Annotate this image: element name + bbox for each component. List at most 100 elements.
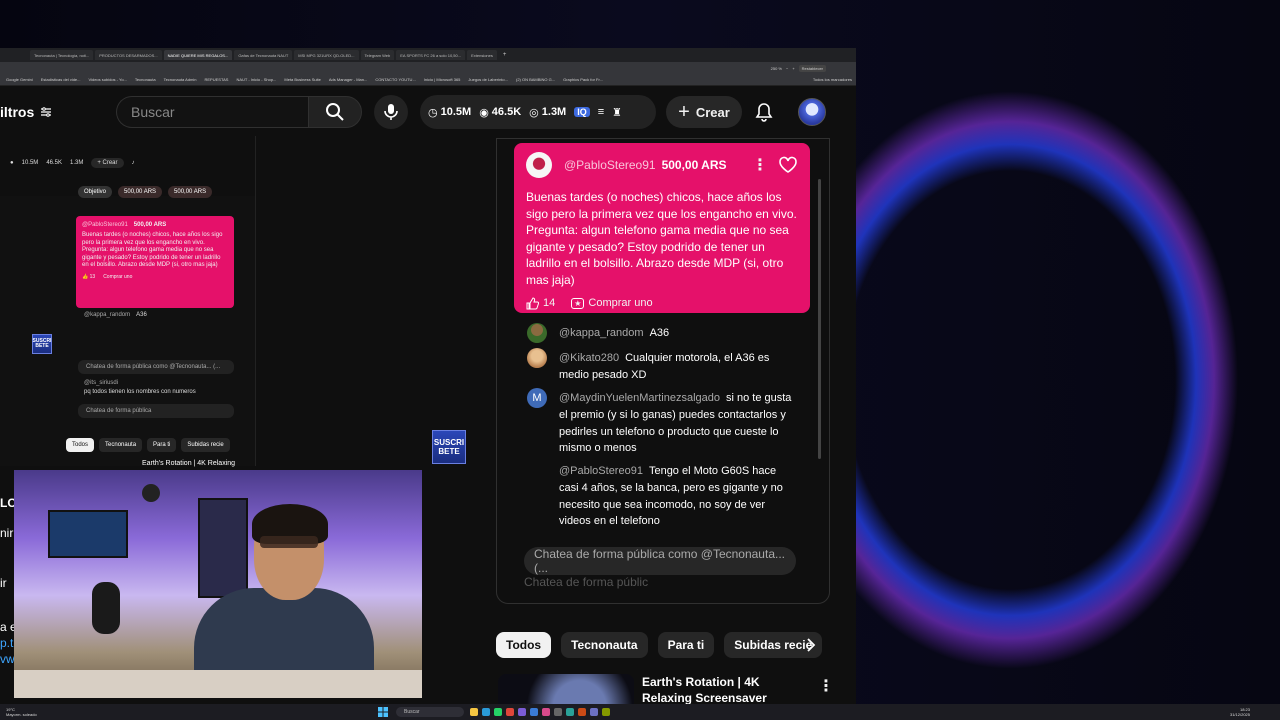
- author-avatar[interactable]: [527, 323, 547, 343]
- filter-icon: [41, 107, 52, 117]
- taskbar-search[interactable]: Buscar: [396, 707, 464, 717]
- app-icon[interactable]: [578, 708, 586, 716]
- windows-taskbar: 19°C Mayorm. soleado Buscar 18:23 31/12/…: [0, 704, 1280, 720]
- video-title[interactable]: Earth's Rotation | 4K Relaxing Screensav…: [642, 674, 812, 704]
- app-icon[interactable]: [554, 708, 562, 716]
- browser-tab[interactable]: EA SPORTS FC 26 a solo 10,50...: [396, 50, 466, 60]
- chat-message[interactable]: @kappa_random A36: [527, 323, 797, 343]
- whatsapp-icon[interactable]: [494, 708, 502, 716]
- search-button[interactable]: [308, 96, 362, 128]
- bookmark[interactable]: CONTACTO YOUTU...: [375, 77, 415, 82]
- browser-tab[interactable]: Telegram Web: [360, 50, 395, 60]
- clock-icon: ◷: [428, 106, 438, 119]
- browser-tab[interactable]: PRODUCTOS DESARMADOS...: [95, 50, 162, 60]
- bookmark[interactable]: Tecnonauta: [135, 77, 156, 82]
- browser-tab[interactable]: MSI MPG 321URX QD-OLED...: [294, 50, 359, 60]
- heart-icon[interactable]: [778, 156, 798, 174]
- edge-icon[interactable]: [482, 708, 490, 716]
- chat-message[interactable]: @PabloStereo91 Tengo el Moto G60S hace ca…: [527, 463, 797, 530]
- chat-author[interactable]: @Kikato280: [559, 352, 619, 364]
- app-icon[interactable]: [530, 708, 538, 716]
- create-button: + Crear: [91, 158, 124, 168]
- chips-next-button[interactable]: [802, 636, 820, 654]
- mini-goal-chips: Objetivo 500,00 ARS 500,00 ARS: [78, 186, 213, 198]
- taskbar-clock[interactable]: 18:23 31/12/2025: [1230, 707, 1250, 717]
- super-chat-amount: 500,00 ARS: [133, 222, 167, 228]
- bookmarks-bar: Google Gemini Estadísticas del vide... V…: [0, 74, 856, 86]
- buy-one-button[interactable]: ★ Comprar uno: [571, 297, 653, 309]
- bookmark[interactable]: (2) ON BAMBINO G...: [516, 77, 555, 82]
- bookmark[interactable]: Estadísticas del vide...: [41, 77, 81, 82]
- bookmark[interactable]: Juegos de Laberinto...: [468, 77, 508, 82]
- notifications-button[interactable]: [752, 100, 776, 124]
- microphone-icon: ●: [10, 160, 14, 166]
- chat-text: A36: [649, 327, 670, 339]
- zoom-out-icon[interactable]: −: [786, 66, 788, 71]
- create-button[interactable]: + Crear: [666, 96, 742, 128]
- chat-author[interactable]: @PabloStereo91: [559, 465, 643, 477]
- weather-widget[interactable]: 19°C Mayorm. soleado: [6, 707, 37, 717]
- filters-button[interactable]: iltros: [0, 104, 52, 120]
- bookmark[interactable]: Google Gemini: [6, 77, 33, 82]
- zoom-in-icon[interactable]: +: [792, 66, 794, 71]
- chat-message[interactable]: @Kikato280 Cualquier motorola, el A36 es …: [527, 348, 797, 384]
- bookmark[interactable]: Inicio | Microsoft 365: [424, 77, 461, 82]
- bookmark[interactable]: Ads Manager - Man...: [329, 77, 367, 82]
- chat-scrollbar[interactable]: [818, 179, 821, 459]
- search-input[interactable]: Buscar: [116, 96, 308, 128]
- chat-message[interactable]: M @MaydinYuelenMartinezsalgado si no te g…: [527, 388, 797, 457]
- chat-author[interactable]: @kappa_random: [559, 327, 644, 339]
- app-icon[interactable]: [590, 708, 598, 716]
- bookmark[interactable]: NAUT - Inicio - Shop...: [236, 77, 276, 82]
- more-options-icon[interactable]: ⋮: [752, 155, 768, 175]
- chip-all[interactable]: Todos: [496, 632, 552, 658]
- app-icon[interactable]: [518, 708, 526, 716]
- mini-chip-tabs: Todos Tecnonauta Para ti Subidas recie: [66, 438, 230, 452]
- tab-strip: Tecnonauta | Tecnología, noti... PRODUCT…: [0, 48, 856, 62]
- chrome-icon[interactable]: [506, 708, 514, 716]
- chip-tecnonauta[interactable]: Tecnonauta: [561, 632, 648, 658]
- file-explorer-icon[interactable]: [470, 708, 478, 716]
- bookmark[interactable]: Videos subidos - Yo...: [88, 77, 126, 82]
- super-chat-amount: 500,00 ARS: [661, 158, 727, 172]
- browser-tab[interactable]: Gafas de Tecnonauta NAUT: [234, 50, 293, 60]
- webcam-overlay: [14, 470, 422, 698]
- app-icon[interactable]: [602, 708, 610, 716]
- bookmark[interactable]: Meta Business Suite: [284, 77, 320, 82]
- bookmark[interactable]: Graphics Pack for Fr...: [563, 77, 603, 82]
- app-icon[interactable]: [542, 708, 550, 716]
- trophy-icon[interactable]: ♜: [612, 106, 622, 119]
- account-avatar[interactable]: [798, 98, 826, 126]
- video-thumbnail[interactable]: [498, 674, 634, 704]
- cut-off-link[interactable]: p.t: [0, 636, 13, 650]
- goal-chip: Objetivo: [78, 186, 113, 198]
- bookmark[interactable]: REPUESTAS: [205, 77, 229, 82]
- live-chat-panel: @PabloStereo91 500,00 ARS ⋮ Buenas tarde…: [496, 138, 830, 604]
- app-icon[interactable]: [566, 708, 574, 716]
- list-icon[interactable]: ≡: [598, 106, 604, 118]
- chat-author[interactable]: @MaydinYuelenMartinezsalgado: [559, 392, 720, 404]
- extension-badge-icon[interactable]: IQ: [574, 107, 590, 117]
- new-tab-icon[interactable]: +: [503, 52, 507, 58]
- address-bar[interactable]: 250 % − + Restablecer: [0, 62, 856, 74]
- zoom-level: 250 %: [770, 65, 782, 71]
- windows-start-icon[interactable]: [378, 707, 388, 717]
- bookmark-all[interactable]: Todos los marcadores: [813, 77, 852, 82]
- browser-tab-active[interactable]: NADIE QUIERE MIS REGALOS...: [163, 50, 233, 60]
- author-avatar[interactable]: [526, 152, 552, 178]
- restore-zoom-button[interactable]: Restablecer: [798, 64, 826, 72]
- super-chat-card[interactable]: @PabloStereo91 500,00 ARS ⋮ Buenas tarde…: [514, 143, 810, 313]
- video-more-button[interactable]: ⋮: [818, 676, 834, 696]
- chat-input[interactable]: Chatea de forma pública como @Tecnonauta…: [524, 547, 796, 575]
- bookmark[interactable]: Tecnonauta Admin: [164, 77, 197, 82]
- author-avatar[interactable]: [527, 348, 547, 368]
- voice-search-button[interactable]: [374, 95, 408, 129]
- browser-tab[interactable]: Tecnonauta | Tecnología, noti...: [30, 50, 94, 60]
- author-avatar[interactable]: M: [527, 388, 547, 408]
- mini-video-title: Earth's Rotation | 4K Relaxing: [142, 460, 236, 467]
- browser-tab[interactable]: Extensiones: [467, 50, 497, 60]
- chip-for-you[interactable]: Para ti: [657, 632, 715, 658]
- super-chat-author[interactable]: @PabloStereo91: [564, 158, 656, 172]
- like-button[interactable]: 14: [526, 297, 555, 310]
- channel-stats-extension[interactable]: ◷ 10.5M ◉ 46.5K ◎ 1.3M IQ ≡ ♜: [420, 95, 656, 129]
